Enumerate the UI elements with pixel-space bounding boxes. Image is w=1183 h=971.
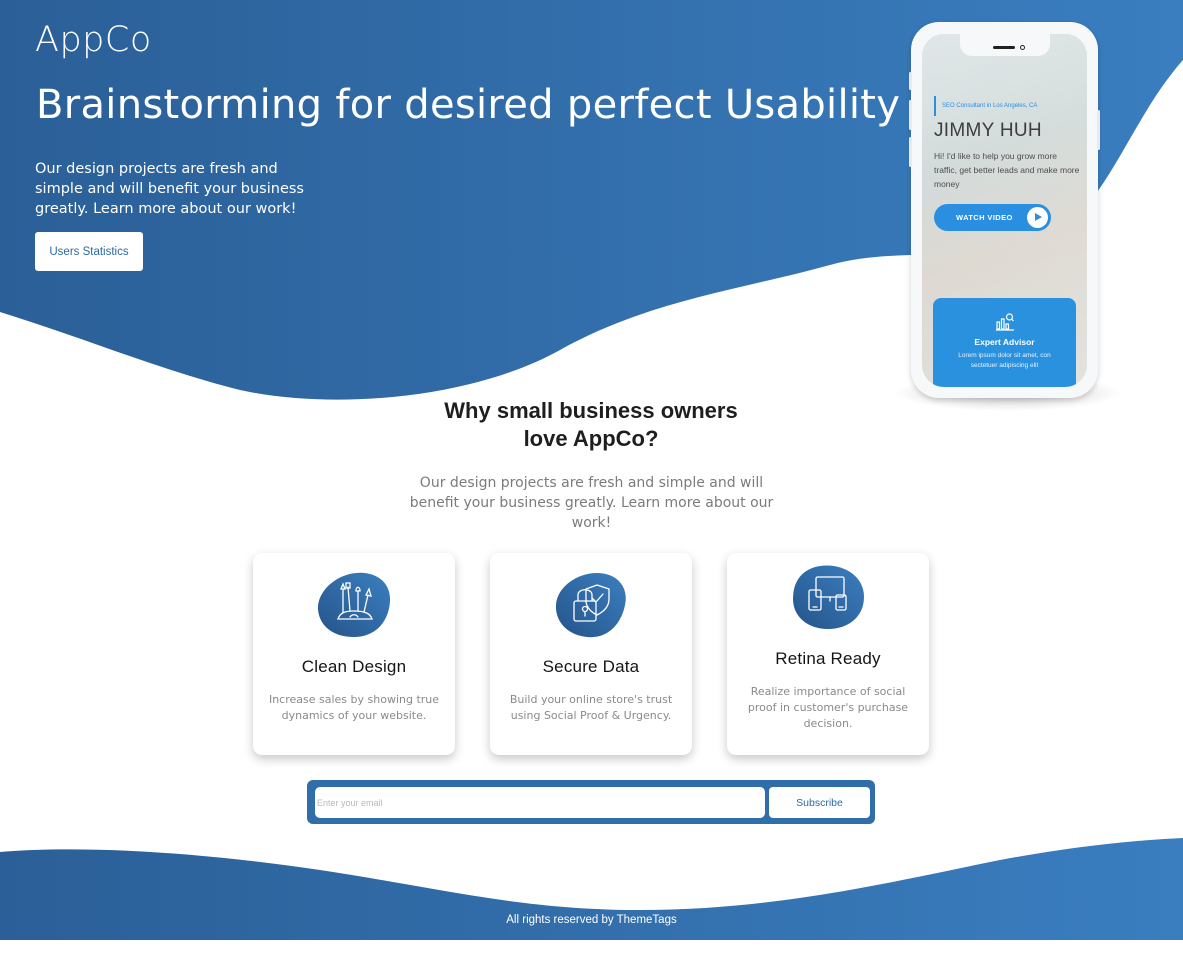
chart-search-icon [996, 313, 1014, 331]
feature-title: Retina Ready [775, 649, 881, 668]
section-title-bold-2: love [523, 426, 568, 451]
feature-title: Secure Data [542, 657, 640, 676]
phone-notch [960, 34, 1050, 56]
screen-name: JIMMY HUH [934, 120, 1042, 141]
watch-video-button[interactable]: WATCH VIDEO [934, 204, 1051, 231]
section-title-prefix: Why [444, 398, 497, 423]
shield-lock-icon [555, 573, 626, 638]
feature-title: Clean Design [301, 657, 407, 676]
phone-side-button [909, 72, 912, 90]
subscribe-form: Subscribe [307, 780, 875, 824]
users-statistics-button[interactable]: Users Statistics [35, 232, 143, 271]
play-icon [1027, 207, 1048, 228]
feature-card-clean-design: Clean Design Increase sales by showing t… [253, 553, 455, 755]
phone-speaker [993, 46, 1015, 49]
hero-title: Brainstorming for desired perfect Usabil… [36, 82, 901, 128]
copyright-text: All rights reserved by ThemeTags [506, 914, 677, 926]
screen-accent-bar [934, 96, 936, 116]
feature-description: Build your online store's trust using So… [509, 693, 673, 722]
design-tools-icon [317, 572, 391, 637]
phone-camera [1020, 45, 1025, 50]
subscribe-button[interactable]: Subscribe [769, 787, 870, 818]
phone-mockup: SEO Consultant in Los Angeles, CA JIMMY … [909, 22, 1100, 398]
section-title: Why small business owners love AppCo? [391, 397, 791, 453]
section-description: Our design projects are fresh and simple… [409, 475, 774, 531]
expert-advisor-card: Expert Advisor Lorem ipsum dolor sit ame… [933, 298, 1076, 387]
phone-side-button [909, 137, 912, 167]
expert-advisor-text: Lorem ipsum dolor sit amet, con sectetue… [958, 352, 1051, 369]
section-title-bold-1: small business owners [496, 398, 738, 423]
feature-description: Increase sales by showing true dynamics … [268, 693, 440, 722]
expert-advisor-title: Expert Advisor [974, 337, 1035, 347]
feature-card-secure-data: Secure Data Build your online store's tr… [490, 553, 692, 755]
phone-side-button [909, 100, 912, 130]
email-input[interactable] [315, 787, 765, 818]
devices-icon [793, 565, 864, 629]
phone-screen: SEO Consultant in Los Angeles, CA JIMMY … [922, 34, 1087, 387]
brand-logo[interactable]: AppCo [35, 20, 152, 60]
screen-description: Hi! I'd like to help you grow more traff… [934, 151, 1080, 189]
screen-subtitle: SEO Consultant in Los Angeles, CA [942, 103, 1038, 109]
watch-video-label: WATCH VIDEO [956, 213, 1013, 222]
hero-description: Our design projects are fresh and simple… [35, 161, 304, 217]
section-title-suffix: AppCo? [567, 426, 659, 451]
feature-description: Realize importance of social proof in cu… [747, 685, 909, 730]
feature-card-retina-ready: Retina Ready Realize importance of socia… [727, 553, 929, 755]
phone-side-button [1097, 110, 1100, 150]
